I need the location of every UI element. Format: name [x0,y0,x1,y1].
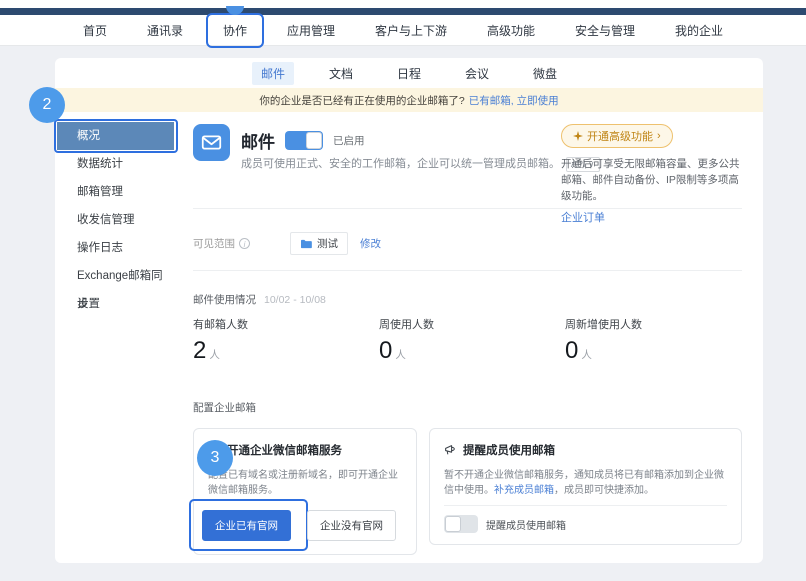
usage-date-range: 10/02 - 10/08 [264,294,326,306]
sidebar-item-logs[interactable]: 操作日志 [57,234,174,262]
nav-item-advanced[interactable]: 高级功能 [487,22,535,39]
nav-item-collaboration-label: 协作 [223,24,247,38]
sidebar-item-statistics[interactable]: 数据统计 [57,150,174,178]
nav-item-collaboration[interactable]: 协作 [223,22,247,39]
sidebar-item-send-receive[interactable]: 收发信管理 [57,206,174,234]
stat-label: 周新增使用人数 [565,316,642,332]
setup-mailbox-title-text: 开通企业微信邮箱服务 [227,442,342,458]
divider [193,208,742,209]
sidebar-item-overview-label: 概况 [77,130,100,142]
annotation-step-badge-3: 3 [197,440,233,476]
remind-members-card-title: 提醒成员使用邮箱 [444,442,727,458]
stat-value: 0人 [565,337,642,365]
app-title: 邮件 [241,128,275,153]
divider [193,270,742,271]
sidebar-item-exchange-sync[interactable]: Exchange邮箱同步 [57,262,174,290]
app-description-text: 成员可使用正式、安全的工作邮箱，企业可以统一管理成员邮箱。 [241,158,560,170]
nav-item-customers[interactable]: 客户与上下游 [375,22,447,39]
stat-weekly-new-users: 周新增使用人数 0人 [565,316,642,365]
stat-unit: 人 [581,349,592,361]
sidebar-item-mailbox-mgmt[interactable]: 邮箱管理 [57,178,174,206]
megaphone-icon [444,444,457,456]
has-website-button-label: 企业已有官网 [215,520,278,532]
setup-mailbox-card-title: 开通企业微信邮箱服务 [208,442,402,458]
remind-members-card: 提醒成员使用邮箱 暂不开通企业微信邮箱服务，通知成员将已有邮箱添加到企业微信中使… [429,428,742,545]
main-nav: 首页 通讯录 协作 应用管理 客户与上下游 高级功能 安全与管理 我的企业 [0,15,806,46]
stat-weekly-users: 周使用人数 0人 [379,316,434,365]
stat-mailbox-count: 有邮箱人数 2人 [193,316,248,365]
remind-toggle-label: 提醒成员使用邮箱 [486,517,566,532]
folder-icon [300,239,312,249]
sidebar-item-overview[interactable]: 概况 [57,122,174,150]
setup-mailbox-description: 配置已有域名或注册新域名，即可开通企业微信邮箱服务。 [208,468,402,498]
scope-tag-label: 测试 [317,236,338,251]
stat-unit: 人 [209,349,220,361]
stat-number: 0 [565,337,578,364]
mail-app-icon [193,124,230,161]
remind-members-description: 暂不开通企业微信邮箱服务，通知成员将已有邮箱添加到企业微信中使用。补充成员邮箱，… [444,468,727,498]
window-navy-bar [0,8,806,15]
stat-label: 有邮箱人数 [193,316,248,332]
edit-scope-link[interactable]: 修改 [360,236,381,251]
nav-item-home[interactable]: 首页 [83,22,107,39]
stat-label: 周使用人数 [379,316,434,332]
upgrade-premium-label: 开通高级功能 [587,128,653,144]
mail-enabled-toggle[interactable] [285,131,323,150]
screen: 首页 通讯录 协作 应用管理 客户与上下游 高级功能 安全与管理 我的企业 邮件… [0,0,806,581]
remind-members-toggle[interactable] [444,515,478,533]
nav-item-my-company[interactable]: 我的企业 [675,22,723,39]
nav-item-security[interactable]: 安全与管理 [575,22,635,39]
has-website-button[interactable]: 企业已有官网 [202,510,291,541]
premium-description: 开通后可享受无限邮箱容量、更多公共邮箱、邮件自动备份、IP限制等多项高级功能。 [561,156,742,204]
stat-unit: 人 [395,349,406,361]
sidebar-item-settings[interactable]: 设置 [57,290,174,318]
scope-tag: 测试 [290,232,348,255]
upgrade-premium-button[interactable]: 开通高级功能 › [561,124,673,148]
remind-members-title-text: 提醒成员使用邮箱 [463,442,555,458]
app-description: 成员可使用正式、安全的工作邮箱，企业可以统一管理成员邮箱。API ∨ [241,155,600,172]
remind-description-part2: ，成员即可快捷添加。 [554,485,654,496]
nav-item-contacts[interactable]: 通讯录 [147,22,183,39]
sidebar: 概况 数据统计 邮箱管理 收发信管理 操作日志 Exchange邮箱同步 设置 [57,122,174,318]
enterprise-order-link[interactable]: 企业订单 [561,209,742,225]
card-divider [444,505,727,506]
toggle-knob [306,132,322,149]
chevron-right-icon: › [657,130,661,142]
main-panel: 邮件 文档 日程 会议 微盘 你的企业是否已经有正在使用的企业邮箱了? 已有邮箱… [55,58,763,563]
annotation-ring-overview [54,119,178,153]
app-title-row: 邮件 已启用 [241,128,365,153]
content-area: 邮件 已启用 成员可使用正式、安全的工作邮箱，企业可以统一管理成员邮箱。API … [193,58,742,563]
visible-range-label: 可见范围 [193,236,235,251]
remind-toggle-row: 提醒成员使用邮箱 [444,515,566,533]
info-icon[interactable]: i [239,238,250,249]
visible-range-row: 可见范围 i 测试 修改 [193,232,381,255]
nav-item-apps[interactable]: 应用管理 [287,22,335,39]
envelope-icon [201,132,222,153]
sparkle-icon [573,131,583,141]
window-top-strip [0,0,806,8]
usage-title-text: 邮件使用情况 [193,294,256,306]
stat-value: 2人 [193,337,248,365]
config-section-title: 配置企业邮箱 [193,400,256,415]
annotation-step-badge-2: 2 [29,87,65,123]
toggle-knob [445,516,461,532]
setup-mailbox-buttons: 企业已有官网 企业没有官网 [202,510,396,541]
no-website-button[interactable]: 企业没有官网 [307,510,396,541]
premium-promo: 开通高级功能 › 开通后可享受无限邮箱容量、更多公共邮箱、邮件自动备份、IP限制… [561,124,742,225]
usage-section-title: 邮件使用情况 10/02 - 10/08 [193,292,326,307]
stat-number: 0 [379,337,392,364]
enabled-status-text: 已启用 [333,133,365,148]
supplement-mailbox-link[interactable]: 补充成员邮箱 [494,485,554,496]
stat-value: 0人 [379,337,434,365]
stat-number: 2 [193,337,206,364]
